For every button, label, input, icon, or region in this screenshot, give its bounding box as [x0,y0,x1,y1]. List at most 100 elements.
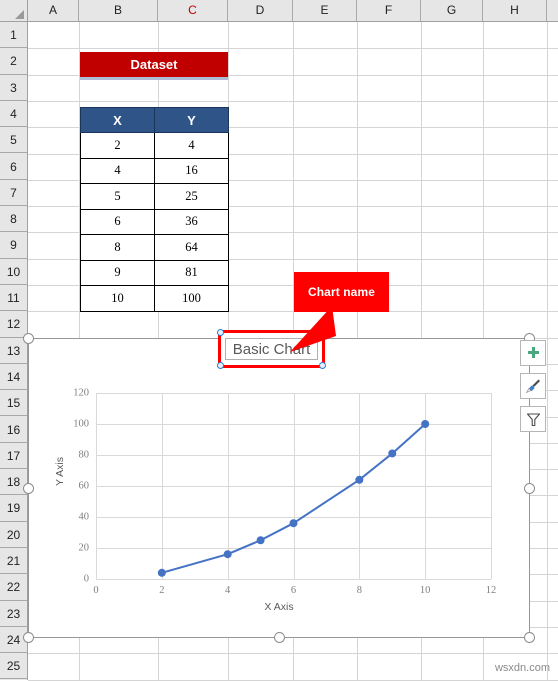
column-header-f[interactable]: F [357,0,421,21]
chart-handle-ml[interactable] [23,482,34,494]
chart-handle-tl[interactable] [23,333,34,344]
table-row[interactable]: 9 81 [80,259,229,286]
table-cell-x-5[interactable]: 9 [80,259,155,286]
table-cell-y-4[interactable]: 64 [154,234,229,261]
row-header-21[interactable]: 21 [0,548,27,575]
y-tick-label: 120 [73,387,89,399]
column-header-g[interactable]: G [421,0,483,21]
column-header-a[interactable]: A [28,0,79,21]
table-row[interactable]: 8 64 [80,234,229,261]
x-tick-label: 2 [159,585,165,596]
title-handle-br[interactable] [319,362,326,369]
row-header-7[interactable]: 7 [0,180,27,207]
dataset-banner: Dataset [80,52,228,80]
chart-handle-bl[interactable] [23,632,34,643]
y-tick-label: 40 [78,511,90,523]
row-header-10[interactable]: 10 [0,259,27,285]
table-row[interactable]: 6 36 [80,208,229,235]
row-header-16[interactable]: 16 [0,417,27,443]
y-tick-label: 80 [78,449,90,461]
title-handle-bl[interactable] [217,362,224,369]
series-line[interactable] [161,423,426,574]
table-cell-y-5[interactable]: 81 [154,259,229,286]
table-cell-y-6[interactable]: 100 [154,285,229,312]
data-point-marker[interactable] [256,536,265,545]
callout-label: Chart name [307,285,376,299]
y-tick-label: 0 [83,573,89,585]
row-header-6[interactable]: 6 [0,154,27,180]
row-header-12[interactable]: 12 [0,311,27,338]
data-point-marker[interactable] [388,449,397,458]
table-header-y: Y [154,107,229,133]
chart-filters-button[interactable] [520,406,546,432]
gridline-vertical [547,22,548,680]
x-tick-label: 6 [290,585,297,596]
chart-handle-br[interactable] [524,632,535,643]
title-handle-tl[interactable] [217,329,224,336]
chart-name-callout: Chart name [294,272,389,312]
table-cell-x-2[interactable]: 5 [80,183,155,210]
row-header-25[interactable]: 25 [0,653,27,680]
row-header-8[interactable]: 8 [0,206,27,233]
chart-handle-mr[interactable] [524,482,535,494]
column-header-d[interactable]: D [228,0,293,21]
column-header-h[interactable]: H [483,0,547,21]
table-row[interactable]: 10 100 [80,285,229,312]
data-point-marker[interactable] [223,550,232,559]
table-cell-y-1[interactable]: 16 [154,157,229,184]
x-axis-title: X Axis [264,601,294,613]
column-header-c[interactable]: C [158,0,228,21]
chart-styles-button[interactable] [520,373,546,399]
x-tick-label: 12 [485,585,497,596]
table-cell-x-0[interactable]: 2 [80,132,155,159]
data-point-marker[interactable] [355,475,364,484]
row-header-5[interactable]: 5 [0,127,27,154]
row-header-23[interactable]: 23 [0,601,27,627]
x-tick-label: 0 [93,585,99,596]
row-header-14[interactable]: 14 [0,364,27,391]
table-cell-x-4[interactable]: 8 [80,234,155,261]
data-point-marker[interactable] [421,420,430,428]
row-header-19[interactable]: 19 [0,495,27,522]
table-row[interactable]: 5 25 [80,183,229,210]
row-header-4[interactable]: 4 [0,101,27,128]
select-all-triangle-icon [15,10,24,19]
row-header-20[interactable]: 20 [0,522,27,548]
chart-object[interactable]: Basic Chart Y Axis 0 20 40 60 80 100 120 02468… [23,329,535,643]
y-gridline [96,579,491,580]
column-header-e[interactable]: E [293,0,357,21]
data-table[interactable]: X Y 2 4 4 16 5 25 6 36 8 64 9 81 10 100 [80,107,229,312]
data-point-marker[interactable] [157,568,166,577]
row-header-1[interactable]: 1 [0,22,27,49]
plot-border [491,393,492,579]
gridline-horizontal [28,100,558,102]
select-all-corner[interactable] [0,0,28,22]
dataset-banner-label: Dataset [130,57,178,72]
row-header-2[interactable]: 2 [0,48,27,75]
table-cell-y-0[interactable]: 4 [154,132,229,159]
table-cell-x-3[interactable]: 6 [80,208,155,235]
row-header-11[interactable]: 11 [0,285,27,312]
plot-area[interactable]: 0 20 40 60 80 100 120 0 2 4 6 8 10 12 [73,388,496,597]
line-series[interactable] [96,393,491,579]
chart-side-buttons[interactable] [520,340,546,439]
row-header-3[interactable]: 3 [0,75,27,101]
table-row[interactable]: 4 16 [80,157,229,184]
chart-handle-bc[interactable] [273,632,285,643]
column-header-b[interactable]: B [79,0,158,21]
row-header-22[interactable]: 22 [0,574,27,601]
table-cell-x-6[interactable]: 10 [80,285,155,312]
data-point-marker[interactable] [289,519,298,528]
callout-tail-icon [290,306,336,352]
row-header-15[interactable]: 15 [0,390,27,417]
table-row[interactable]: 24 [80,132,229,159]
row-header-9[interactable]: 9 [0,232,27,259]
table-cell-y-3[interactable]: 36 [154,208,229,235]
table-cell-x-1[interactable]: 4 [80,157,155,184]
x-tick-label: 4 [225,585,231,596]
paintbrush-icon [525,379,540,394]
table-cell-y-2[interactable]: 25 [154,183,229,210]
watermark: wsxdn.com [494,662,550,674]
chart-elements-button[interactable] [520,340,546,366]
row-header-17[interactable]: 17 [0,443,27,470]
